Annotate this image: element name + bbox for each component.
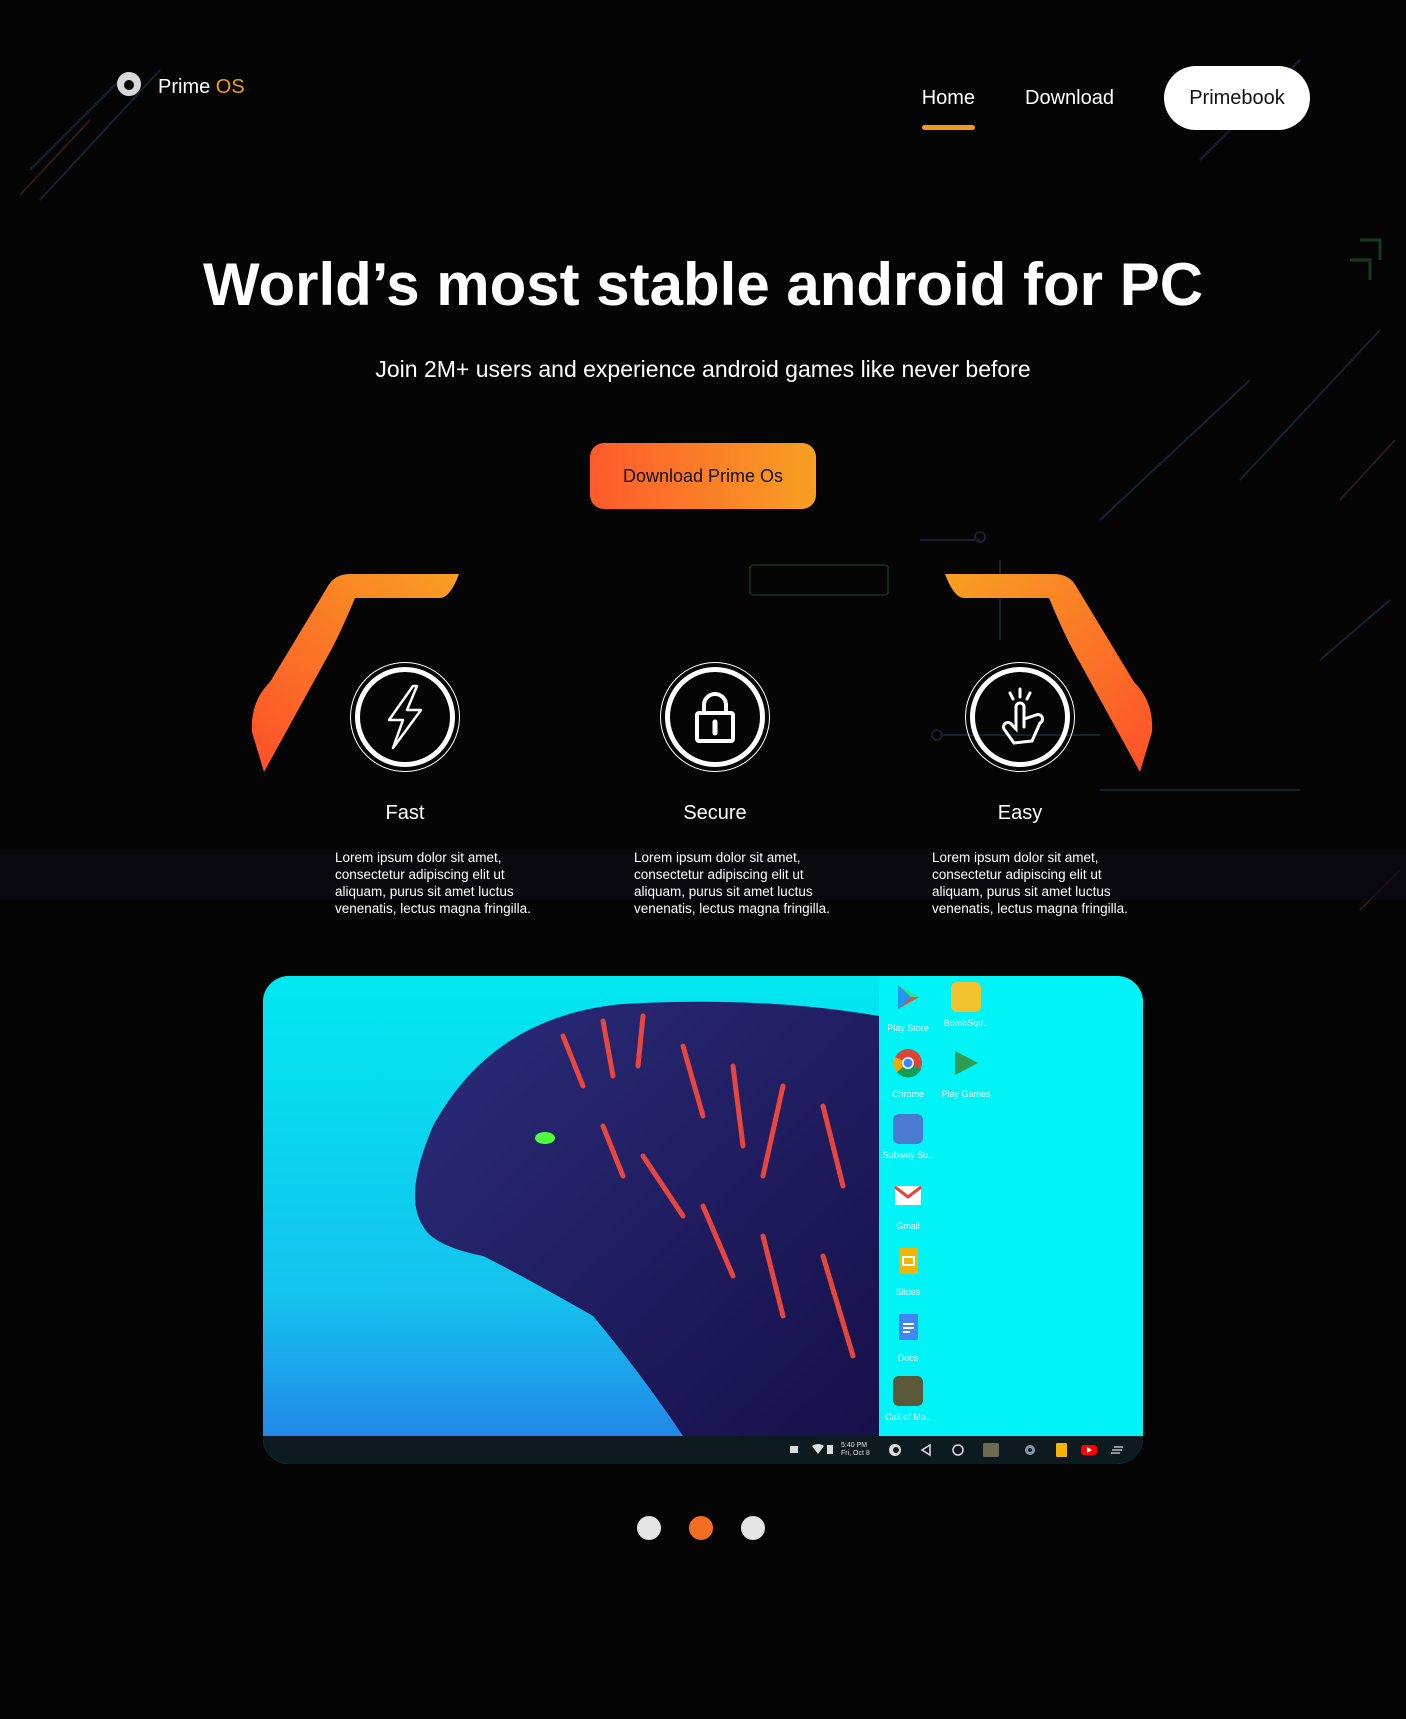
app-play-games[interactable]: Play Games xyxy=(937,1048,995,1099)
play-games-icon xyxy=(955,1051,978,1075)
tap-hand-icon xyxy=(1002,687,1044,745)
prime-os-desktop-screenshot: Play Store BombSqu.. Chrome Play Games S… xyxy=(263,976,1143,1464)
app-slides[interactable]: Slides xyxy=(879,1246,937,1297)
carousel-dot-3[interactable] xyxy=(741,1516,765,1540)
feature-secure-icon-ring xyxy=(660,662,770,772)
clock-date: Fri, Oct 8 xyxy=(841,1450,870,1457)
app-docs[interactable]: Docs xyxy=(879,1312,937,1363)
taskbar-slides-icon[interactable] xyxy=(1056,1443,1067,1457)
feature-title: Secure xyxy=(683,802,747,824)
app-chrome[interactable]: Chrome xyxy=(879,1048,937,1099)
gmail-icon xyxy=(894,1185,922,1205)
lightning-icon xyxy=(387,684,423,750)
chrome-icon xyxy=(893,1049,922,1078)
hero-subtitle: Join 2M+ users and experience android ga… xyxy=(375,356,1031,382)
app-subway-surfers[interactable]: Subway Su.. xyxy=(879,1114,937,1160)
tiger-wallpaper-image xyxy=(263,976,879,1436)
logo-text: Prime OS xyxy=(158,76,245,99)
app-bombsquad[interactable]: BombSqu.. xyxy=(937,982,995,1028)
app-label: Chrome xyxy=(891,1089,924,1099)
logo-text-primary: Prime xyxy=(158,75,211,98)
wifi-icon[interactable] xyxy=(811,1443,825,1455)
feature-easy-icon-ring xyxy=(965,662,1075,772)
feature-fast-icon-ring xyxy=(350,662,460,772)
taskbar-call-of-duty-icon[interactable] xyxy=(983,1443,999,1457)
primebook-button[interactable]: Primebook xyxy=(1164,66,1310,130)
brand-logo[interactable]: Prime OS xyxy=(96,62,245,112)
app-play-store[interactable]: Play Store xyxy=(879,982,937,1033)
feature-secure: Secure Lorem ipsum dolor sit amet, conse… xyxy=(555,662,875,917)
nav-download-link[interactable]: Download xyxy=(1025,87,1114,110)
app-label: Gmail xyxy=(896,1221,920,1231)
app-call-of-duty[interactable]: Call of Mo.. xyxy=(879,1376,937,1422)
home-circle-icon[interactable] xyxy=(951,1443,965,1457)
app-label: Call of Mo.. xyxy=(885,1412,931,1422)
youtube-icon[interactable] xyxy=(1080,1443,1098,1457)
logo-text-accent: OS xyxy=(215,75,245,98)
carousel-dots xyxy=(637,1516,765,1540)
feature-description: Lorem ipsum dolor sit amet, consectetur … xyxy=(335,850,531,916)
feature-description: Lorem ipsum dolor sit amet, consectetur … xyxy=(932,850,1128,916)
download-prime-os-button[interactable]: Download Prime Os xyxy=(590,443,816,509)
feature-fast: Fast Lorem ipsum dolor sit amet, consect… xyxy=(245,662,565,917)
app-gmail[interactable]: Gmail xyxy=(879,1180,937,1231)
app-label: Play Games xyxy=(941,1089,991,1099)
carousel-dot-2[interactable] xyxy=(689,1516,713,1540)
bombsquad-icon xyxy=(951,982,981,1012)
app-label: Docs xyxy=(897,1353,919,1363)
app-label: BombSqu.. xyxy=(943,1018,989,1028)
prime-os-logo-icon xyxy=(99,65,141,109)
hero-title: World’s most stable android for PC xyxy=(202,251,1204,318)
top-nav: Home Download Primebook xyxy=(921,66,1310,130)
feature-easy: Easy Lorem ipsum dolor sit amet, consect… xyxy=(860,662,1180,917)
menu-lines-icon[interactable] xyxy=(1110,1443,1124,1457)
feature-description: Lorem ipsum dolor sit amet, consectetur … xyxy=(634,850,830,916)
feature-title: Fast xyxy=(385,802,425,824)
os-taskbar: 5:40 PM Fri, Oct 8 xyxy=(263,1436,1143,1464)
play-store-icon xyxy=(898,985,919,1009)
taskbar-clock[interactable]: 5:40 PM Fri, Oct 8 xyxy=(841,1442,870,1458)
battery-icon[interactable] xyxy=(826,1443,834,1455)
nav-home-link[interactable]: Home xyxy=(921,87,976,130)
docs-icon xyxy=(899,1314,918,1340)
call-of-duty-icon xyxy=(893,1376,923,1406)
clock-time: 5:40 PM xyxy=(841,1442,868,1449)
carousel-dot-1[interactable] xyxy=(637,1516,661,1540)
app-launcher-panel: Play Store BombSqu.. Chrome Play Games S… xyxy=(879,976,1143,1436)
app-label: Play Store xyxy=(887,1023,929,1033)
slides-icon xyxy=(899,1248,918,1274)
app-label: Slides xyxy=(895,1287,921,1297)
app-label: Subway Su.. xyxy=(882,1150,934,1160)
lock-icon xyxy=(695,692,735,743)
subway-surfers-icon xyxy=(893,1114,923,1144)
screenshot-icon[interactable] xyxy=(788,1443,800,1455)
settings-gear-icon[interactable] xyxy=(1023,1443,1037,1457)
back-icon[interactable] xyxy=(919,1443,933,1457)
prime-os-start-icon[interactable] xyxy=(887,1443,903,1457)
feature-title: Easy xyxy=(997,802,1043,824)
